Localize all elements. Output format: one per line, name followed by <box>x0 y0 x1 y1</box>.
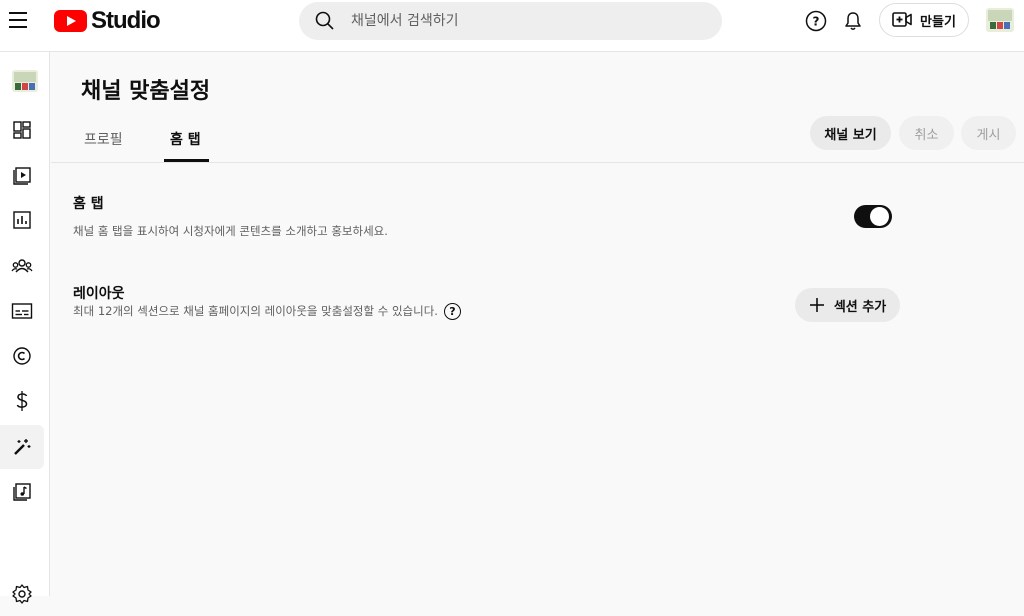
analytics-icon <box>13 211 31 229</box>
content-icon <box>13 167 31 185</box>
sidebar-item-subtitles[interactable] <box>0 289 44 333</box>
toggle-knob <box>870 207 889 226</box>
sidebar-item-channel[interactable] <box>3 59 47 103</box>
search-input[interactable] <box>351 2 711 40</box>
tab-profile[interactable]: 프로필 <box>84 129 123 149</box>
sidebar-item-community[interactable] <box>0 244 44 288</box>
create-label: 만들기 <box>920 14 956 30</box>
settings-icon <box>12 584 32 604</box>
help-glyph: ? <box>813 15 820 29</box>
create-button[interactable]: 만들기 <box>879 3 969 37</box>
publish-button[interactable]: 게시 <box>961 116 1016 150</box>
help-icon: ? <box>805 10 827 32</box>
add-section-button[interactable]: 섹션 추가 <box>795 288 900 322</box>
sidebar-item-audio-library[interactable] <box>0 470 44 514</box>
top-bar: Studio ? 만들기 <box>0 0 1024 52</box>
layout-section-title: 레이아웃 <box>73 286 125 302</box>
search-icon[interactable] <box>315 11 335 31</box>
layout-section-description-row: 최대 12개의 섹션으로 채널 홈페이지의 레이아웃을 맞춤설정할 수 있습니다… <box>73 303 461 320</box>
audio-library-icon <box>13 483 31 501</box>
add-section-label: 섹션 추가 <box>833 299 887 315</box>
youtube-logo-icon <box>54 10 87 32</box>
create-video-icon <box>892 12 912 27</box>
sidebar <box>0 52 50 604</box>
home-tab-section-description: 채널 홈 탭을 표시하여 시청자에게 콘텐츠를 소개하고 홍보하세요. <box>73 224 388 238</box>
earn-icon <box>16 391 28 411</box>
dashboard-icon <box>13 121 31 139</box>
cancel-button[interactable]: 취소 <box>899 116 954 150</box>
account-avatar[interactable] <box>986 8 1014 32</box>
menu-icon[interactable] <box>6 6 30 34</box>
sidebar-item-content[interactable] <box>0 153 44 197</box>
layout-help-icon[interactable]: ? <box>443 303 461 320</box>
page-title: 채널 맞춤설정 <box>81 79 211 104</box>
sidebar-item-analytics[interactable] <box>0 198 44 242</box>
sidebar-item-dashboard[interactable] <box>0 108 44 152</box>
sidebar-item-earn[interactable] <box>0 379 44 423</box>
tab-home[interactable]: 홈 탭 <box>170 129 201 149</box>
help-button[interactable]: ? <box>800 5 832 37</box>
studio-logo[interactable]: Studio <box>54 7 161 35</box>
search-box[interactable] <box>299 2 722 40</box>
community-icon <box>11 259 33 273</box>
sidebar-item-settings[interactable] <box>0 572 44 616</box>
sidebar-item-customization[interactable] <box>0 425 44 469</box>
logo-text: Studio <box>91 7 161 34</box>
main-content: 채널 맞춤설정 프로필 홈 탭 채널 보기 취소 게시 홈 탭 채널 홈 탭을 … <box>51 52 1024 596</box>
copyright-icon <box>13 347 31 365</box>
notifications-button[interactable] <box>837 5 869 37</box>
channel-avatar-icon <box>12 70 38 92</box>
plus-icon <box>809 298 824 312</box>
home-tab-toggle[interactable] <box>854 205 892 228</box>
sidebar-item-copyright[interactable] <box>0 334 44 378</box>
tabs-divider <box>51 162 1024 163</box>
customization-icon <box>14 439 31 455</box>
view-channel-button[interactable]: 채널 보기 <box>810 116 891 150</box>
layout-section-description: 최대 12개의 섹션으로 채널 홈페이지의 레이아웃을 맞춤설정할 수 있습니다… <box>73 304 438 318</box>
home-tab-section-title: 홈 탭 <box>73 196 104 212</box>
bell-icon <box>845 12 861 30</box>
subtitles-icon <box>11 303 33 319</box>
